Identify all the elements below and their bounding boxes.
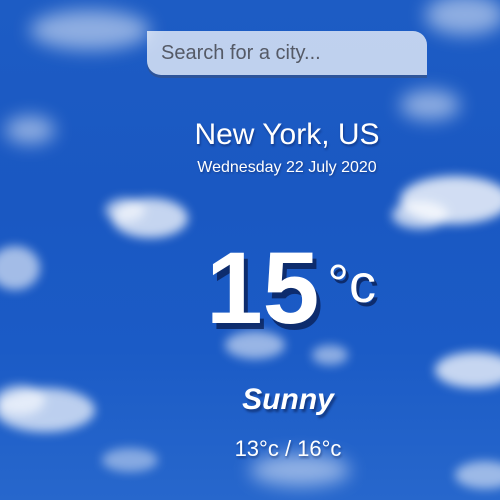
location-block: New York, US Wednesday 22 July 2020 — [0, 116, 500, 180]
current-date: Wednesday 22 July 2020 — [197, 159, 377, 176]
weather-description: Sunny — [242, 383, 334, 416]
current-temperature: 15 °c — [0, 228, 500, 348]
temperature-value: 15 — [205, 231, 320, 345]
city-search-input[interactable] — [147, 31, 427, 75]
hi-low-temperature: 13°c / 16°c — [234, 436, 342, 461]
temperature-unit: °c — [327, 254, 377, 314]
search-bar — [147, 31, 427, 76]
city-name: New York, US — [194, 118, 380, 151]
conditions-block: Sunny 13°c / 16°c — [0, 380, 500, 464]
